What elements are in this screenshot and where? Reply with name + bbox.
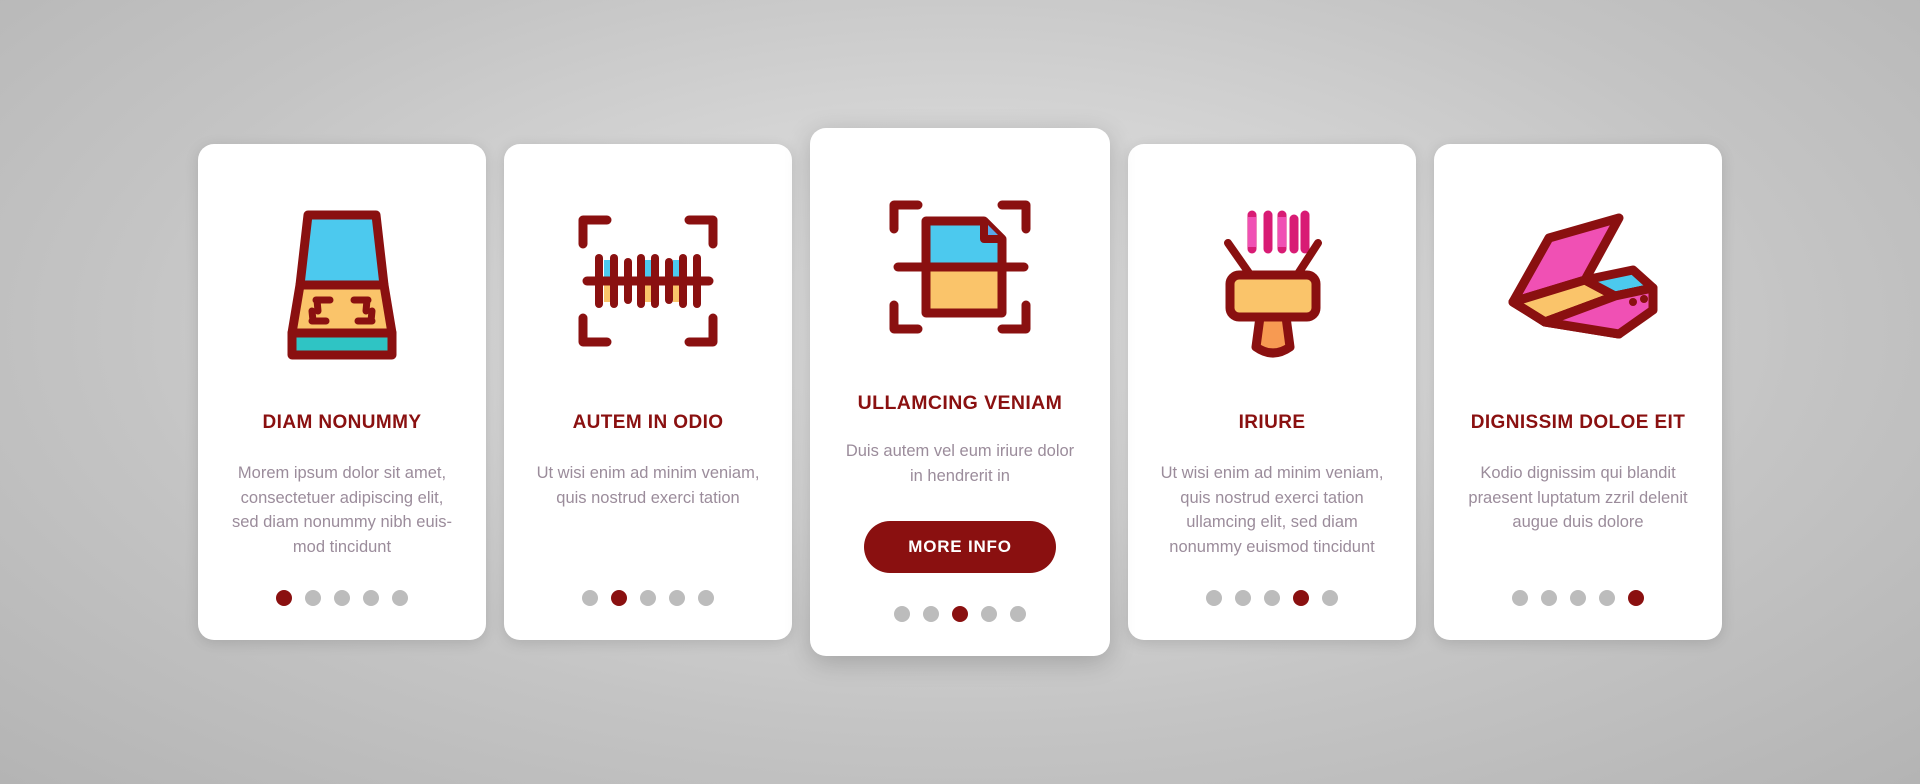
card-2-title: AUTEM IN ODIO [572,412,724,433]
card-1-icon-wrap [198,186,486,376]
handheld-barcode-scanner-icon [1224,210,1322,358]
barcode-scan-frame-icon [578,215,718,347]
dot-1[interactable] [1512,590,1528,606]
dot-4[interactable] [669,590,685,606]
flatbed-scanner-open-icon [287,210,397,360]
dot-3[interactable] [1264,590,1280,606]
onboarding-card-1[interactable]: DIAM NONUMMY Morem ipsum dolor sit amet,… [198,144,486,640]
dot-3[interactable] [640,590,656,606]
onboarding-card-4[interactable]: IRIURE Ut wisi enim ad minim veniam, qui… [1128,144,1416,640]
dot-5[interactable] [1010,606,1026,622]
dot-2[interactable] [1541,590,1557,606]
dot-2[interactable] [611,590,627,606]
dot-4[interactable] [363,590,379,606]
onboarding-card-3[interactable]: ULLAMCING VENIAM Duis autem vel eum iriu… [810,128,1110,656]
card-1-pagination-dots[interactable] [198,590,486,606]
more-info-button[interactable]: MORE INFO [864,520,1056,573]
card-2-body: Ut wisi enim ad minim veniam, quis nostr… [536,463,760,507]
dot-1[interactable] [276,590,292,606]
dot-4[interactable] [1293,590,1309,606]
dot-1[interactable] [1206,590,1222,606]
dot-3[interactable] [1570,590,1586,606]
card-5-body: Kodio dignissim qui blandit praesent lup… [1468,463,1688,532]
dot-3[interactable] [334,590,350,606]
onboarding-carousel: DIAM NONUMMY Morem ipsum dolor sit amet,… [0,0,1920,784]
dot-4[interactable] [1599,590,1615,606]
card-4-icon-wrap [1128,186,1416,376]
dot-4[interactable] [981,606,997,622]
onboarding-card-2[interactable]: AUTEM IN ODIO Ut wisi enim ad minim veni… [504,144,792,640]
dot-1[interactable] [582,590,598,606]
card-5-pagination-dots[interactable] [1434,590,1722,606]
card-1-title: DIAM NONUMMY [262,412,422,433]
card-5-title: DIGNISSIM DOLOE EIT [1470,412,1686,433]
card-2-icon-wrap [504,186,792,376]
dot-5[interactable] [392,590,408,606]
card-3-icon-wrap [810,172,1110,362]
dot-2[interactable] [923,606,939,622]
dot-5[interactable] [1628,590,1644,606]
dot-2[interactable] [1235,590,1251,606]
document-scan-frame-icon [889,200,1031,334]
card-3-title: ULLAMCING VENIAM [857,392,1063,414]
card-3-body: Duis autem vel eum iriure dolor in hendr… [845,442,1075,486]
card-4-title: IRIURE [1238,412,1306,433]
card-2-pagination-dots[interactable] [504,590,792,606]
card-5-icon-wrap [1434,186,1722,376]
dot-5[interactable] [698,590,714,606]
card-1-body: Morem ipsum dolor sit amet, consectetuer… [231,463,453,557]
isometric-scanner-open-icon [1508,213,1658,339]
card-4-body: Ut wisi enim ad minim veniam, quis nostr… [1160,463,1384,557]
dot-2[interactable] [305,590,321,606]
card-4-pagination-dots[interactable] [1128,590,1416,606]
card-3-pagination-dots[interactable] [810,606,1110,622]
onboarding-card-5[interactable]: DIGNISSIM DOLOE EIT Kodio dignissim qui … [1434,144,1722,640]
dot-3[interactable] [952,606,968,622]
dot-5[interactable] [1322,590,1338,606]
dot-1[interactable] [894,606,910,622]
